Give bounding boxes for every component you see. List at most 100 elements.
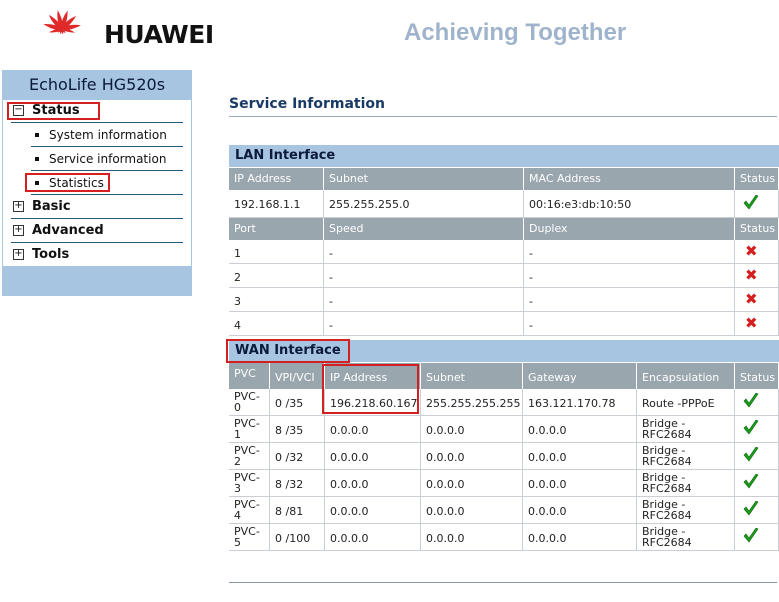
highlight-box-ip-address: [322, 364, 419, 414]
port-status-cell: ✖: [735, 264, 779, 288]
vpivci-cell: 0 /100: [270, 524, 325, 551]
speed-cell: -: [324, 240, 524, 264]
pvc-cell: PVC-1: [229, 416, 270, 443]
expand-icon[interactable]: +: [13, 249, 24, 260]
column-header: Subnet: [324, 168, 524, 190]
column-header: IP Address: [229, 168, 324, 190]
column-header: Subnet: [421, 363, 523, 389]
duplex-cell: -: [524, 264, 735, 288]
check-icon: [743, 393, 759, 408]
port-status-cell: ✖: [735, 288, 779, 312]
encapsulation-cell: Bridge - RFC2684: [637, 443, 735, 470]
gateway-cell: 0.0.0.0: [523, 497, 637, 524]
wan-header-row: PVC VPI/VCI IP Address Subnet Gateway En…: [229, 363, 779, 389]
table-row: 4 - - ✖: [229, 312, 779, 336]
table-row: PVC-3 8 /32 0.0.0.0 0.0.0.0 0.0.0.0 Brid…: [229, 470, 779, 497]
port-status-cell: ✖: [735, 240, 779, 264]
vpivci-cell: 0 /35: [270, 389, 325, 416]
sidebar-item-service-information[interactable]: Service information: [31, 148, 183, 171]
wan-status-cell: [735, 443, 779, 470]
column-header: Duplex: [524, 218, 735, 240]
sidebar-item-label: System information: [49, 128, 167, 142]
check-icon: [743, 447, 759, 462]
wan-subnet-cell: 255.255.255.255: [421, 389, 523, 416]
wan-subnet-cell: 0.0.0.0: [421, 416, 523, 443]
device-model-title: EchoLife HG520s: [2, 70, 192, 100]
pvc-cell: PVC-5: [229, 524, 270, 551]
speed-cell: -: [324, 264, 524, 288]
column-header: PVC: [229, 363, 270, 389]
port-cell: 3: [229, 288, 324, 312]
check-icon: [743, 420, 759, 435]
wan-status-cell: [735, 389, 779, 416]
gateway-cell: 0.0.0.0: [523, 524, 637, 551]
speed-cell: -: [324, 312, 524, 336]
table-row: 1 - - ✖: [229, 240, 779, 264]
gateway-cell: 163.121.170.78: [523, 389, 637, 416]
expand-icon[interactable]: +: [13, 201, 24, 212]
column-header: Gateway: [523, 363, 637, 389]
wan-status-cell: [735, 470, 779, 497]
table-row: PVC-0 0 /35 196.218.60.167 255.255.255.2…: [229, 389, 779, 416]
encapsulation-cell: Bridge - RFC2684: [637, 416, 735, 443]
gateway-cell: 0.0.0.0: [523, 416, 637, 443]
sidebar-footer: [2, 267, 192, 296]
bullet-icon: [35, 156, 39, 161]
lan-subnet-cell: 255.255.255.0: [324, 190, 524, 218]
wan-subnet-cell: 0.0.0.0: [421, 470, 523, 497]
sidebar-item-label: Tools: [32, 247, 70, 262]
vpivci-cell: 8 /81: [270, 497, 325, 524]
column-header: MAC Address: [524, 168, 735, 190]
huawei-petal-icon: [43, 10, 81, 35]
lan-section-header: LAN Interface: [229, 145, 779, 167]
port-cell: 1: [229, 240, 324, 264]
sidebar-item-tools[interactable]: + Tools: [11, 244, 183, 266]
gateway-cell: 0.0.0.0: [523, 470, 637, 497]
wan-ip-cell: 0.0.0.0: [325, 470, 421, 497]
brand-name: HUAWEI: [104, 20, 214, 49]
wan-subnet-cell: 0.0.0.0: [421, 497, 523, 524]
highlight-box-status: [7, 102, 100, 120]
check-icon: [743, 528, 759, 543]
cross-icon: ✖: [745, 242, 758, 260]
sidebar-item-label: Advanced: [32, 223, 104, 238]
sidebar-item-basic[interactable]: + Basic: [11, 196, 183, 219]
column-header: VPI/VCI: [270, 363, 325, 389]
footer-divider: [229, 582, 777, 583]
check-icon: [743, 501, 759, 516]
duplex-cell: -: [524, 312, 735, 336]
wan-status-cell: [735, 497, 779, 524]
lan-status-cell: [735, 190, 779, 218]
vpivci-cell: 0 /32: [270, 443, 325, 470]
lan-ip-cell: 192.168.1.1: [229, 190, 324, 218]
encapsulation-cell: Bridge - RFC2684: [637, 497, 735, 524]
pvc-cell: PVC-4: [229, 497, 270, 524]
cross-icon: ✖: [745, 290, 758, 308]
pvc-cell: PVC-2: [229, 443, 270, 470]
encapsulation-cell: Bridge - RFC2684: [637, 524, 735, 551]
expand-icon[interactable]: +: [13, 225, 24, 236]
vpivci-cell: 8 /32: [270, 470, 325, 497]
tagline: Achieving Together: [404, 19, 627, 46]
wan-status-cell: [735, 416, 779, 443]
sidebar-item-advanced[interactable]: + Advanced: [11, 220, 183, 243]
check-icon: [743, 474, 759, 489]
title-divider: [229, 116, 777, 117]
huawei-logo: HUAWEI: [38, 6, 228, 52]
column-header: Status: [735, 218, 779, 240]
wan-status-cell: [735, 524, 779, 551]
sidebar-item-system-information[interactable]: System information: [31, 124, 183, 147]
table-row: 192.168.1.1 255.255.255.0 00:16:e3:db:10…: [229, 190, 779, 218]
lan-header-row: IP Address Subnet MAC Address Status: [229, 168, 779, 190]
table-row: PVC-5 0 /100 0.0.0.0 0.0.0.0 0.0.0.0 Bri…: [229, 524, 779, 551]
column-header: Speed: [324, 218, 524, 240]
cross-icon: ✖: [745, 266, 758, 284]
wan-subnet-cell: 0.0.0.0: [421, 524, 523, 551]
encapsulation-cell: Bridge - RFC2684: [637, 470, 735, 497]
table-row: PVC-4 8 /81 0.0.0.0 0.0.0.0 0.0.0.0 Brid…: [229, 497, 779, 524]
table-row: 3 - - ✖: [229, 288, 779, 312]
wan-ip-cell: 0.0.0.0: [325, 497, 421, 524]
encapsulation-cell: Route -PPPoE: [637, 389, 735, 416]
pvc-cell: PVC-0: [229, 389, 270, 416]
page-title: Service Information: [229, 96, 385, 112]
